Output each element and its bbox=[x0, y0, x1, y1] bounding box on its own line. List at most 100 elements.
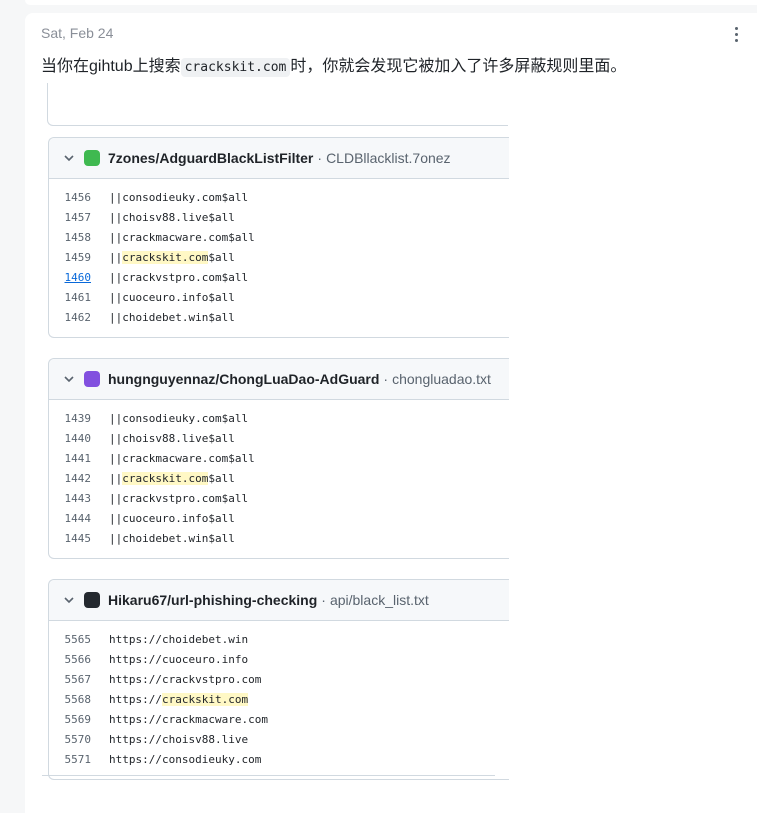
inline-code-domain: crackskit.com bbox=[180, 58, 291, 77]
line-text-suffix: $all bbox=[208, 471, 235, 485]
file-path-link[interactable]: api/black_list.txt bbox=[330, 592, 429, 608]
code-line: 5570 https://choisv88.live bbox=[49, 729, 509, 749]
code-line: 5566 https://cuoceuro.info bbox=[49, 649, 509, 669]
code-line: 5569 https://crackmacware.com bbox=[49, 709, 509, 729]
line-number[interactable]: 1444 bbox=[49, 512, 92, 525]
code-snippet: 1439 ||consodieuky.com$all 1440 ||choisv88.… bbox=[49, 400, 509, 558]
line-number[interactable]: 5570 bbox=[49, 733, 92, 746]
line-content: ||cuoceuro.info$all bbox=[109, 291, 235, 304]
code-line: 1459 ||crackskit.com$all bbox=[49, 247, 509, 267]
line-number[interactable]: 1457 bbox=[49, 211, 92, 224]
repo-link[interactable]: 7zones/AdguardBlackListFilter bbox=[108, 150, 313, 166]
code-snippet: 1456 ||consodieuky.com$all 1457 ||choisv88.… bbox=[49, 179, 509, 337]
line-text: https:// bbox=[109, 692, 162, 706]
code-line: 1443 ||crackvstpro.com$all bbox=[49, 488, 509, 508]
line-text: ||consodieuky.com$all bbox=[109, 190, 249, 204]
code-line: 5568 https://crackskit.com bbox=[49, 689, 509, 709]
line-text: ||crackvstpro.com$all bbox=[109, 270, 249, 284]
repo-avatar bbox=[84, 150, 100, 166]
line-number[interactable]: 1459 bbox=[49, 251, 92, 264]
line-text: ||choidebet.win$all bbox=[109, 531, 235, 545]
line-number[interactable]: 1440 bbox=[49, 432, 92, 445]
divider bbox=[42, 775, 495, 776]
code-line: 5565 https://choidebet.win bbox=[49, 629, 509, 649]
post-message: 当你在gihtub上搜索 crackskit.com 时，你就会发现它被加入了许多屏… bbox=[41, 52, 627, 77]
code-line: 1456 ||consodieuky.com$all bbox=[49, 187, 509, 207]
message-text-before: 当你在gihtub上搜索 bbox=[41, 58, 181, 75]
line-text: ||cuoceuro.info$all bbox=[109, 290, 235, 304]
line-content: ||choidebet.win$all bbox=[109, 532, 235, 545]
post-date: Sat, Feb 24 bbox=[41, 25, 114, 41]
line-content: ||consodieuky.com$all bbox=[109, 191, 248, 204]
line-text: || bbox=[109, 471, 123, 485]
file-path-link[interactable]: chongluadao.txt bbox=[392, 371, 491, 387]
line-text: ||crackvstpro.com$all bbox=[109, 491, 249, 505]
line-text: https://choisv88.live bbox=[109, 732, 249, 746]
line-text: ||crackmacware.com$all bbox=[109, 451, 255, 465]
line-number[interactable]: 1458 bbox=[49, 231, 92, 244]
line-text: https://crackmacware.com bbox=[109, 712, 268, 726]
repo-link[interactable]: hungnguyennaz/ChongLuaDao-AdGuard bbox=[108, 371, 379, 387]
line-text: ||choisv88.live$all bbox=[109, 431, 235, 445]
line-number[interactable]: 1443 bbox=[49, 492, 92, 505]
repo-link[interactable]: Hikaru67/url-phishing-checking bbox=[108, 592, 317, 608]
line-number[interactable]: 1461 bbox=[49, 291, 92, 304]
line-content: ||choisv88.live$all bbox=[109, 211, 235, 224]
line-number[interactable]: 5568 bbox=[49, 693, 92, 706]
line-text: https://consodieuky.com bbox=[109, 752, 262, 766]
code-line: 5571 https://consodieuky.com bbox=[49, 749, 509, 769]
code-result-card: hungnguyennaz/ChongLuaDao-AdGuard · chongl… bbox=[48, 358, 509, 559]
code-snippet: 5565 https://choidebet.win 5566 https://cuo… bbox=[49, 621, 509, 779]
previous-post-edge bbox=[25, 0, 757, 5]
line-number[interactable]: 5569 bbox=[49, 713, 92, 726]
line-text: || bbox=[109, 250, 123, 264]
line-number[interactable]: 1462 bbox=[49, 311, 92, 324]
line-content: https://consodieuky.com bbox=[109, 753, 261, 766]
timeline-post: Sat, Feb 24 当你在gihtub上搜索 crackskit.com 时，你… bbox=[25, 13, 757, 813]
line-text: https://crackvstpro.com bbox=[109, 672, 262, 686]
code-line: 1458 ||crackmacware.com$all bbox=[49, 227, 509, 247]
message-text-after: 时，你就会发现它被加入了许多屏蔽规则里面。 bbox=[290, 58, 627, 75]
code-result-card: 7zones/AdguardBlackListFilter · CLDBllackl… bbox=[48, 137, 509, 338]
line-text: ||choisv88.live$all bbox=[109, 210, 235, 224]
line-content: https://choidebet.win bbox=[109, 633, 248, 646]
line-content: ||choidebet.win$all bbox=[109, 311, 235, 324]
line-number[interactable]: 1439 bbox=[49, 412, 92, 425]
code-line: 1440 ||choisv88.live$all bbox=[49, 428, 509, 448]
code-line: 1444 ||cuoceuro.info$all bbox=[49, 508, 509, 528]
line-number[interactable]: 1445 bbox=[49, 532, 92, 545]
chevron-down-icon[interactable] bbox=[63, 152, 75, 164]
code-line: 1462 ||choidebet.win$all bbox=[49, 307, 509, 327]
separator-dot: · bbox=[321, 592, 326, 608]
line-content: ||consodieuky.com$all bbox=[109, 412, 248, 425]
line-number[interactable]: 1456 bbox=[49, 191, 92, 204]
line-text: ||crackmacware.com$all bbox=[109, 230, 255, 244]
line-number[interactable]: 5565 bbox=[49, 633, 92, 646]
line-number[interactable]: 1442 bbox=[49, 472, 92, 485]
line-number[interactable]: 1460 bbox=[49, 271, 92, 284]
kebab-menu-icon[interactable] bbox=[731, 25, 741, 45]
chevron-down-icon[interactable] bbox=[63, 373, 75, 385]
previous-result-card-edge bbox=[47, 83, 508, 126]
line-text: ||choidebet.win$all bbox=[109, 310, 235, 324]
line-number[interactable]: 1441 bbox=[49, 452, 92, 465]
line-number[interactable]: 5566 bbox=[49, 653, 92, 666]
line-content: ||crackvstpro.com$all bbox=[109, 271, 248, 284]
line-number[interactable]: 5567 bbox=[49, 673, 92, 686]
line-content: https://cuoceuro.info bbox=[109, 653, 248, 666]
line-content: https://choisv88.live bbox=[109, 733, 248, 746]
chevron-down-icon[interactable] bbox=[63, 594, 75, 606]
file-path-link[interactable]: CLDBllacklist.7onez bbox=[326, 150, 451, 166]
card-header: 7zones/AdguardBlackListFilter · CLDBllackl… bbox=[49, 138, 509, 179]
line-number[interactable]: 5571 bbox=[49, 753, 92, 766]
code-line: 1461 ||cuoceuro.info$all bbox=[49, 287, 509, 307]
line-content: ||cuoceuro.info$all bbox=[109, 512, 235, 525]
line-content: https://crackskit.com bbox=[109, 692, 249, 706]
separator-dot: · bbox=[383, 371, 389, 387]
line-content: ||crackmacware.com$all bbox=[109, 452, 255, 465]
line-content: https://crackmacware.com bbox=[109, 713, 268, 726]
line-text: https://cuoceuro.info bbox=[109, 652, 249, 666]
line-text-suffix: $all bbox=[208, 250, 235, 264]
code-line: 5567 https://crackvstpro.com bbox=[49, 669, 509, 689]
line-content: ||crackvstpro.com$all bbox=[109, 492, 248, 505]
